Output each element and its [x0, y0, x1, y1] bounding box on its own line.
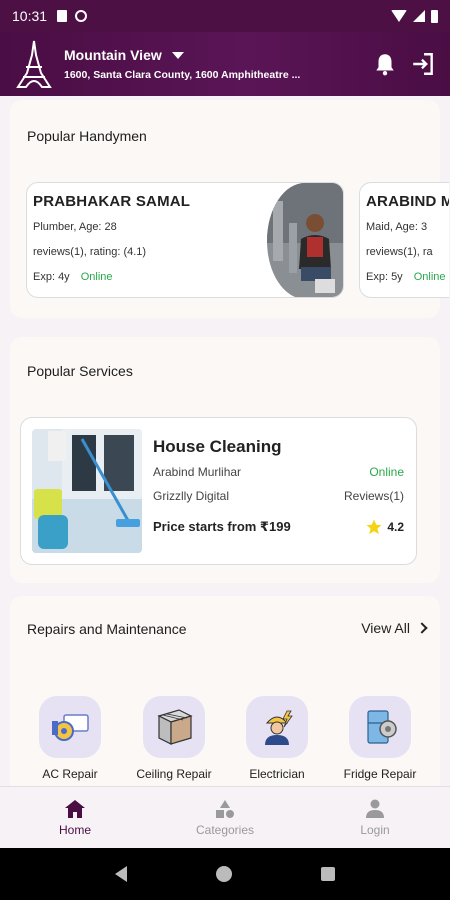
popular-handymen-section: Popular Handymen PRABHAKAR SAMAL Plumber…	[10, 100, 449, 318]
nav-categories[interactable]: Categories	[150, 787, 300, 848]
service-image	[32, 429, 142, 553]
handyman-card[interactable]: PRABHAKAR SAMAL Plumber, Age: 28 reviews…	[26, 182, 344, 298]
service-card[interactable]: House Cleaning Arabind Murlihar Online G…	[20, 417, 417, 565]
home-circle-icon[interactable]	[215, 866, 232, 882]
eiffel-tower-logo-icon	[16, 40, 52, 88]
handyman-exp: Exp: 4y	[33, 271, 70, 283]
bell-icon[interactable]	[372, 51, 398, 77]
categories-icon	[216, 799, 234, 818]
person-icon	[366, 799, 384, 818]
do-not-disturb-icon	[75, 10, 88, 22]
section-title: Repairs and Maintenance	[27, 621, 187, 637]
app-header: Mountain View 1600, Santa Clara County, …	[0, 32, 450, 96]
handyman-role-age: Plumber, Age: 28	[33, 221, 117, 233]
view-all-button[interactable]: View All	[361, 620, 428, 636]
back-icon[interactable]	[114, 866, 127, 882]
section-title: Popular Handymen	[27, 128, 147, 144]
wifi-icon	[391, 10, 407, 22]
category-ac-repair[interactable]: AC Repair	[22, 696, 118, 781]
electrician-icon	[265, 710, 293, 745]
handyman-card[interactable]: ARABIND MURLIHAR Maid, Age: 3 reviews(1)…	[359, 182, 449, 298]
service-rating: 4.2	[387, 520, 404, 534]
location-city: Mountain View	[64, 47, 162, 63]
category-ceiling-repair[interactable]: Ceiling Repair	[126, 696, 222, 781]
service-provider: Arabind Murlihar	[153, 465, 242, 479]
login-icon[interactable]	[410, 51, 436, 77]
location-selector[interactable]: Mountain View 1600, Santa Clara County, …	[64, 47, 372, 81]
service-company: Grizzlly Digital	[153, 489, 230, 503]
service-price: Price starts from ₹199	[153, 519, 291, 534]
fridge-repair-icon	[367, 710, 397, 744]
ac-repair-icon	[52, 714, 89, 741]
category-fridge-repair[interactable]: Fridge Repair	[332, 696, 428, 781]
service-status: Online	[369, 465, 404, 479]
handyman-reviews-rating: reviews(1), ra	[366, 246, 433, 258]
nav-label: Categories	[195, 822, 255, 837]
bottom-navigation: Home Categories Login	[0, 786, 450, 848]
system-navigation-bar	[0, 848, 450, 900]
nav-label: Login	[360, 822, 390, 837]
cell-signal-icon	[413, 10, 425, 22]
section-title: Popular Services	[27, 363, 133, 379]
popular-services-section: Popular Services House Cleaning Arabind …	[10, 337, 440, 583]
nav-home[interactable]: Home	[0, 787, 150, 848]
handyman-exp: Exp: 5y	[366, 271, 403, 283]
category-label: Fridge Repair	[343, 767, 417, 781]
recents-icon[interactable]	[321, 867, 336, 881]
sd-card-icon	[57, 10, 68, 22]
category-label: Electrician	[249, 767, 305, 781]
handyman-status: Online	[80, 271, 113, 283]
handyman-name: PRABHAKAR SAMAL	[33, 193, 191, 210]
category-label: Ceiling Repair	[136, 767, 212, 781]
handyman-status: Online	[413, 271, 446, 283]
home-icon	[65, 799, 85, 818]
repairs-section: Repairs and Maintenance View All AC Repa…	[10, 596, 440, 796]
category-electrician[interactable]: Electrician	[229, 696, 325, 781]
handyman-photo	[267, 183, 343, 297]
status-bar: 10:31	[0, 0, 450, 32]
location-address: 1600, Santa Clara County, 1600 Amphithea…	[64, 69, 301, 81]
handyman-reviews-rating: reviews(1), rating: (4.1)	[33, 246, 147, 258]
battery-icon	[431, 9, 438, 23]
nav-label: Home	[58, 822, 91, 837]
chevron-right-icon	[416, 622, 428, 634]
service-reviews: Reviews(1)	[343, 489, 404, 503]
view-all-label: View All	[361, 620, 410, 636]
handyman-name: ARABIND MURLIHAR	[366, 193, 449, 210]
chevron-down-icon	[171, 51, 184, 59]
nav-login[interactable]: Login	[300, 787, 450, 848]
category-label: AC Repair	[42, 767, 98, 781]
star-icon	[366, 519, 382, 535]
service-title: House Cleaning	[153, 437, 282, 456]
ceiling-repair-icon	[157, 709, 193, 745]
handyman-role-age: Maid, Age: 3	[366, 221, 428, 233]
status-time: 10:31	[12, 8, 48, 24]
